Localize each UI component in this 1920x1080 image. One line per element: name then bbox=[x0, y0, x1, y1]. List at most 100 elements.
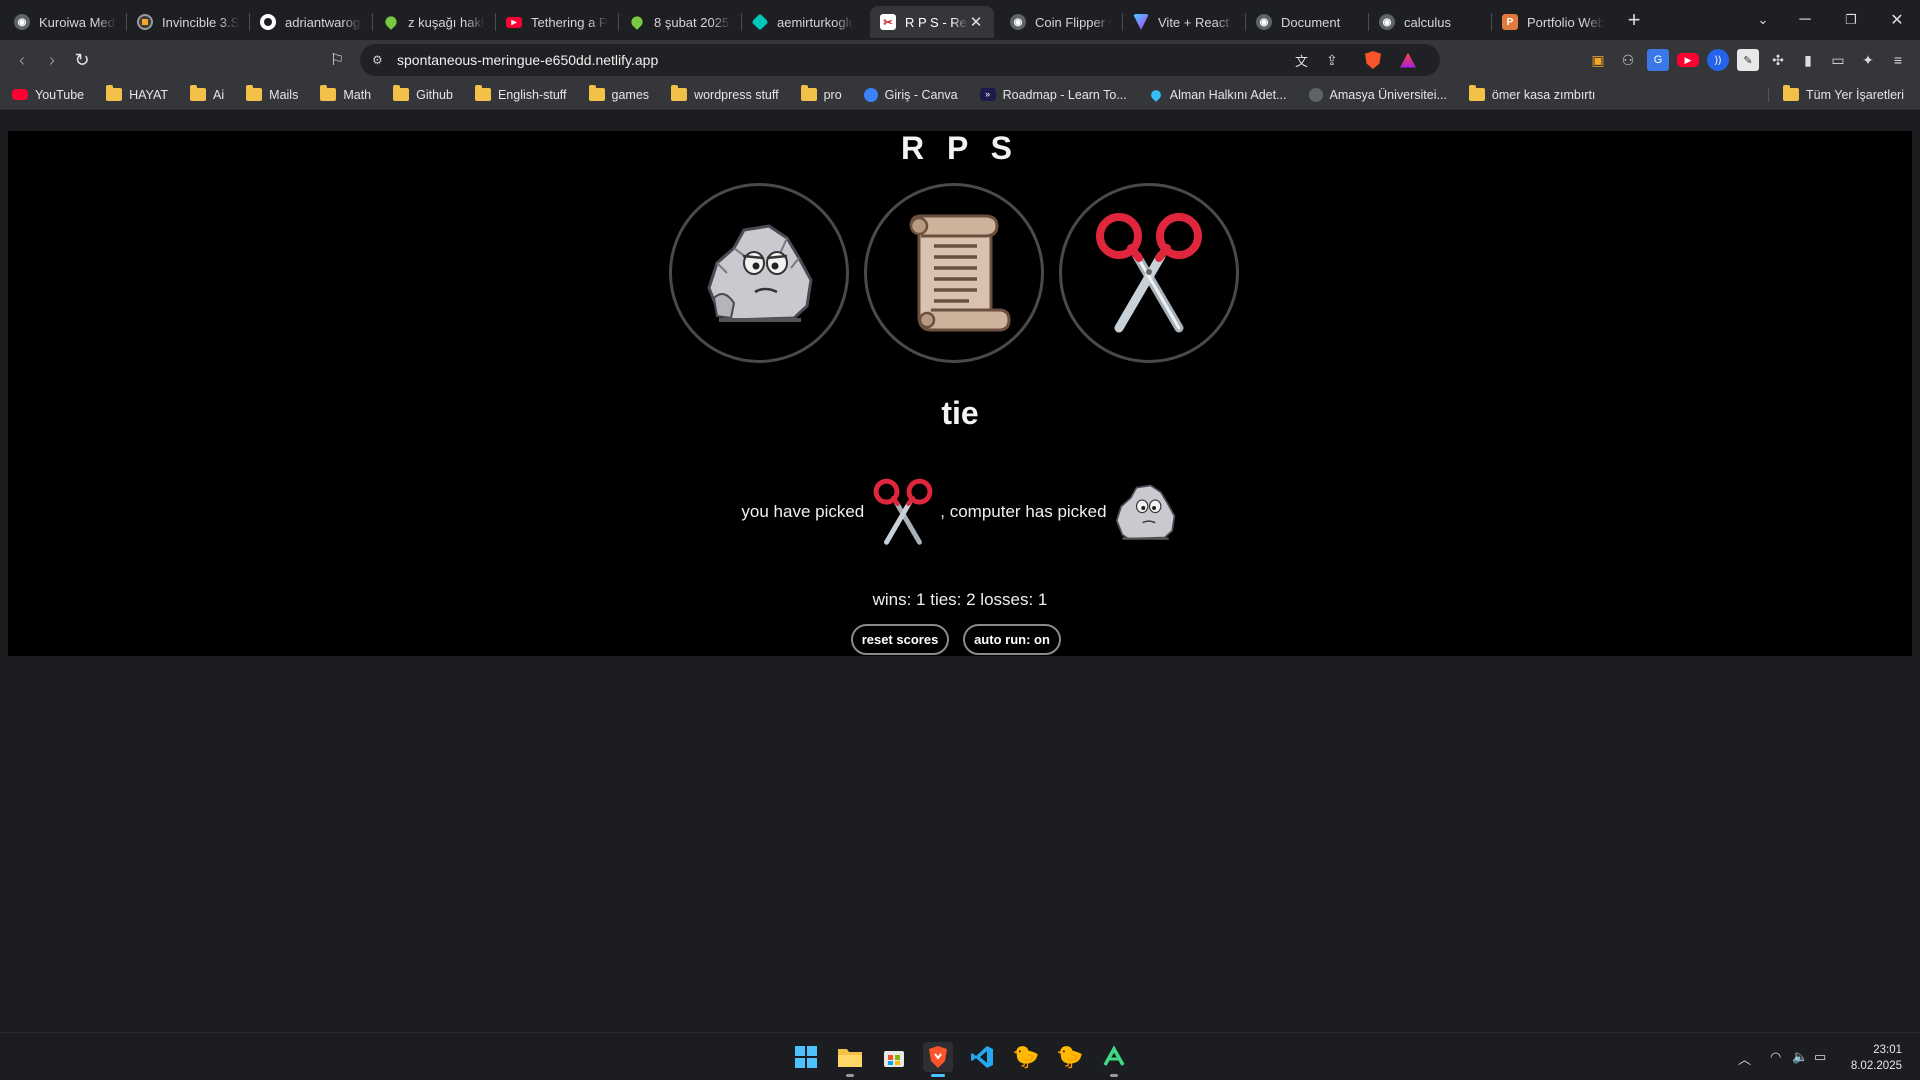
auto-run-button[interactable]: auto run: on bbox=[963, 624, 1061, 655]
canva-icon bbox=[863, 87, 878, 102]
android-studio-icon[interactable] bbox=[1099, 1042, 1129, 1077]
bookmark-folder[interactable]: wordpress stuff bbox=[659, 85, 789, 102]
translate-icon[interactable]: 文 bbox=[1295, 51, 1308, 70]
bookmark[interactable]: Alman Halkını Adet... bbox=[1137, 88, 1297, 102]
page-viewport: R P S tie you have picked , computer has… bbox=[8, 131, 1912, 656]
bookmark-folder[interactable]: English-stuff bbox=[463, 85, 577, 102]
tab[interactable]: ◉ Coin Flipper Ga bbox=[1000, 6, 1122, 38]
tab-title: aemirturkoglu bbox=[777, 14, 854, 30]
extension-icon[interactable]: ⚇ bbox=[1617, 49, 1639, 71]
taskbar: 🐤 🐤 ︿ ◠ 🔈 ▭ 23:01 8.02.2025 bbox=[0, 1032, 1920, 1080]
paper-button[interactable] bbox=[864, 183, 1044, 363]
bookmark-label: Ai bbox=[213, 87, 225, 102]
bookmark-label: Alman Halkını Adet... bbox=[1169, 87, 1287, 102]
forward-icon[interactable]: › bbox=[37, 45, 67, 75]
tab-title: calculus bbox=[1404, 14, 1451, 30]
reload-icon[interactable]: ↻ bbox=[67, 45, 97, 75]
tab[interactable]: Invincible 3.Se bbox=[127, 6, 249, 38]
extension-icon[interactable]: ▣ bbox=[1587, 49, 1609, 71]
youtube-icon bbox=[12, 89, 28, 100]
extensions-puzzle-icon[interactable]: ✣ bbox=[1767, 49, 1789, 71]
globe-icon: ◉ bbox=[1010, 14, 1026, 30]
brave-icon[interactable] bbox=[923, 1042, 953, 1077]
share-icon[interactable]: ⇪ bbox=[1326, 52, 1338, 69]
brave-rewards-icon[interactable] bbox=[1400, 52, 1416, 68]
bookmark-folder[interactable]: Ai bbox=[178, 85, 234, 102]
github-icon bbox=[260, 14, 276, 30]
site-info-icon[interactable]: ⚙ bbox=[372, 53, 383, 67]
url-text[interactable]: spontaneous-meringue-e650dd.netlify.app bbox=[397, 52, 658, 68]
tab[interactable]: ◉ Kuroiwa Medal bbox=[4, 6, 126, 38]
bookmark-folder[interactable]: games bbox=[577, 85, 660, 102]
tab[interactable]: 8 şubat 2025 r bbox=[619, 6, 741, 38]
diamond-icon bbox=[751, 13, 769, 31]
tab-strip: ◉ Kuroiwa Medal Invincible 3.Se adriantw… bbox=[0, 0, 1920, 40]
new-tab-button[interactable]: + bbox=[1618, 7, 1650, 33]
globe-icon: ◉ bbox=[14, 14, 30, 30]
scissors-button[interactable] bbox=[1059, 183, 1239, 363]
show-hidden-icons-icon[interactable]: ︿ bbox=[1738, 1049, 1751, 1068]
tab[interactable]: ◉ calculus bbox=[1369, 6, 1491, 38]
windows-start-icon[interactable] bbox=[791, 1042, 821, 1072]
duck-icon[interactable]: 🐤 bbox=[1055, 1042, 1085, 1072]
bookmark-label: Mails bbox=[269, 87, 299, 102]
system-clock[interactable]: 23:01 8.02.2025 bbox=[1851, 1042, 1902, 1074]
portfolio-icon: P bbox=[1502, 14, 1518, 30]
minimize-icon[interactable]: ─ bbox=[1782, 0, 1828, 40]
close-tab-icon[interactable]: ✕ bbox=[968, 13, 984, 31]
close-window-icon[interactable]: ✕ bbox=[1874, 0, 1920, 40]
brave-shields-icon[interactable] bbox=[1365, 51, 1381, 69]
bookmark[interactable]: YouTube bbox=[0, 88, 94, 102]
rock-button[interactable] bbox=[669, 183, 849, 363]
picks-summary: you have picked , computer has picked bbox=[8, 474, 1912, 550]
bookmark-label: YouTube bbox=[35, 87, 85, 102]
bookmark-label: games bbox=[611, 87, 650, 102]
scissors-icon bbox=[873, 478, 933, 545]
tab[interactable]: aemirturkoglu bbox=[742, 6, 864, 38]
wallet-icon[interactable]: ▭ bbox=[1827, 49, 1849, 71]
menu-icon[interactable]: ≡ bbox=[1887, 49, 1909, 71]
tab-title: Tethering a Ph bbox=[531, 14, 608, 30]
battery-icon[interactable]: ▭ bbox=[1814, 1049, 1826, 1065]
tab[interactable]: ◉ Document bbox=[1246, 6, 1368, 38]
bookmark-folder[interactable]: HAYAT bbox=[94, 85, 178, 102]
folder-icon bbox=[393, 85, 410, 101]
tab[interactable]: z kuşağı hakkın bbox=[373, 6, 495, 38]
all-bookmarks-folder[interactable]: Tüm Yer İşaretleri bbox=[1768, 85, 1914, 102]
bookmark-folder[interactable]: pro bbox=[789, 85, 852, 102]
wifi-icon[interactable]: ◠ bbox=[1770, 1049, 1781, 1065]
address-bar[interactable]: ⚙ spontaneous-meringue-e650dd.netlify.ap… bbox=[360, 44, 1440, 76]
back-icon[interactable]: ‹ bbox=[7, 45, 37, 75]
bookmark-folder[interactable]: Math bbox=[308, 85, 381, 102]
bookmark-page-icon[interactable]: ⚐ bbox=[322, 45, 352, 75]
tab-active[interactable]: ✂ R P S - Rea ✕ bbox=[870, 6, 994, 38]
file-explorer-icon[interactable] bbox=[835, 1042, 865, 1077]
bookmark-folder[interactable]: Github bbox=[381, 85, 463, 102]
volume-icon[interactable]: 🔈 bbox=[1792, 1049, 1808, 1065]
youtube-extension-icon[interactable]: ▶ bbox=[1677, 53, 1699, 67]
tab[interactable]: Vite + React bbox=[1123, 6, 1245, 38]
translate-extension-icon[interactable]: G bbox=[1647, 49, 1669, 71]
tab[interactable]: ▸ Tethering a Ph bbox=[496, 6, 618, 38]
vscode-icon[interactable] bbox=[967, 1042, 997, 1072]
extension-icon[interactable]: ✎ bbox=[1737, 49, 1759, 71]
sidebar-icon[interactable]: ▮ bbox=[1797, 49, 1819, 71]
bookmark[interactable]: Giriş - Canva bbox=[852, 87, 968, 102]
duck-icon[interactable]: 🐤 bbox=[1011, 1042, 1041, 1072]
tab-title: Portfolio Web bbox=[1527, 14, 1604, 30]
bookmark[interactable]: Amasya Üniversitei... bbox=[1297, 87, 1457, 102]
tab-title: Invincible 3.Se bbox=[162, 14, 239, 30]
bookmark[interactable]: » Roadmap - Learn To... bbox=[968, 88, 1137, 102]
tab[interactable]: adriantwarog/ bbox=[250, 6, 372, 38]
tab-title: Vite + React bbox=[1158, 14, 1229, 30]
tab[interactable]: P Portfolio Web bbox=[1492, 6, 1614, 38]
leo-ai-icon[interactable]: ✦ bbox=[1857, 49, 1879, 71]
bookmark-folder[interactable]: Mails bbox=[234, 85, 308, 102]
folder-icon bbox=[106, 85, 123, 101]
bookmark-folder[interactable]: ömer kasa zımbırtı bbox=[1457, 85, 1606, 102]
store-icon[interactable] bbox=[879, 1042, 909, 1072]
restore-icon[interactable]: ❐ bbox=[1828, 0, 1874, 40]
extension-icon[interactable]: )) bbox=[1707, 49, 1729, 71]
reset-scores-button[interactable]: reset scores bbox=[851, 624, 949, 655]
tab-search-icon[interactable]: ⌄ bbox=[1740, 0, 1786, 40]
